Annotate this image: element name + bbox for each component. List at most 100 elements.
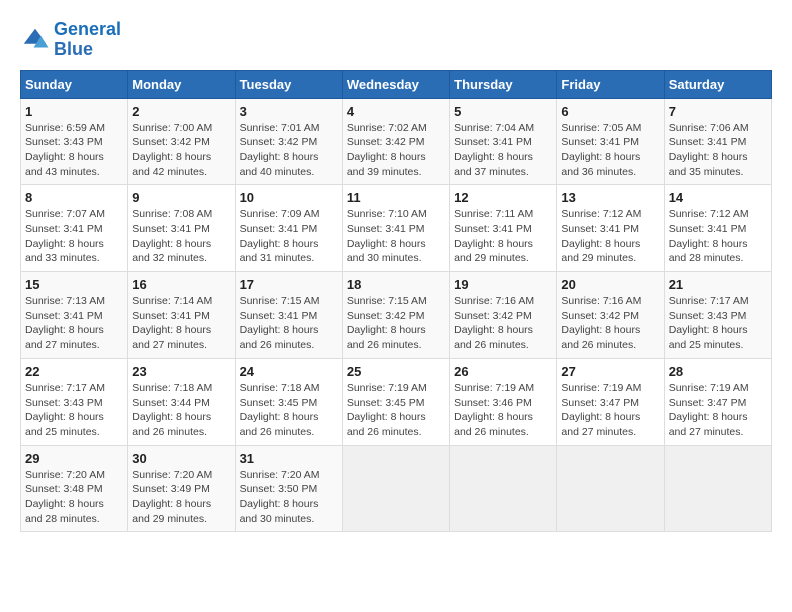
day-number: 26 [454, 364, 552, 379]
calendar-day-cell: 3 Sunrise: 7:01 AM Sunset: 3:42 PM Dayli… [235, 98, 342, 185]
calendar-day-cell: 8 Sunrise: 7:07 AM Sunset: 3:41 PM Dayli… [21, 185, 128, 272]
day-info: Sunrise: 7:17 AM Sunset: 3:43 PM Dayligh… [25, 381, 123, 440]
day-number: 10 [240, 190, 338, 205]
day-number: 19 [454, 277, 552, 292]
calendar-day-cell: 25 Sunrise: 7:19 AM Sunset: 3:45 PM Dayl… [342, 358, 449, 445]
calendar-day-cell: 28 Sunrise: 7:19 AM Sunset: 3:47 PM Dayl… [664, 358, 771, 445]
day-info: Sunrise: 7:17 AM Sunset: 3:43 PM Dayligh… [669, 294, 767, 353]
calendar-day-cell [664, 445, 771, 532]
calendar-day-cell: 9 Sunrise: 7:08 AM Sunset: 3:41 PM Dayli… [128, 185, 235, 272]
calendar-day-cell: 14 Sunrise: 7:12 AM Sunset: 3:41 PM Dayl… [664, 185, 771, 272]
day-info: Sunrise: 7:19 AM Sunset: 3:47 PM Dayligh… [561, 381, 659, 440]
calendar-day-cell: 17 Sunrise: 7:15 AM Sunset: 3:41 PM Dayl… [235, 272, 342, 359]
calendar-day-cell: 5 Sunrise: 7:04 AM Sunset: 3:41 PM Dayli… [450, 98, 557, 185]
day-of-week-header: Monday [128, 70, 235, 98]
day-number: 5 [454, 104, 552, 119]
calendar-day-cell: 21 Sunrise: 7:17 AM Sunset: 3:43 PM Dayl… [664, 272, 771, 359]
day-number: 12 [454, 190, 552, 205]
day-number: 6 [561, 104, 659, 119]
calendar-day-cell: 4 Sunrise: 7:02 AM Sunset: 3:42 PM Dayli… [342, 98, 449, 185]
day-number: 25 [347, 364, 445, 379]
day-of-week-header: Thursday [450, 70, 557, 98]
calendar-header-row: SundayMondayTuesdayWednesdayThursdayFrid… [21, 70, 772, 98]
day-info: Sunrise: 7:19 AM Sunset: 3:46 PM Dayligh… [454, 381, 552, 440]
logo-text: General Blue [54, 20, 121, 60]
calendar-day-cell: 23 Sunrise: 7:18 AM Sunset: 3:44 PM Dayl… [128, 358, 235, 445]
calendar-day-cell: 15 Sunrise: 7:13 AM Sunset: 3:41 PM Dayl… [21, 272, 128, 359]
day-info: Sunrise: 7:18 AM Sunset: 3:45 PM Dayligh… [240, 381, 338, 440]
calendar-table: SundayMondayTuesdayWednesdayThursdayFrid… [20, 70, 772, 533]
day-number: 30 [132, 451, 230, 466]
day-number: 8 [25, 190, 123, 205]
calendar-day-cell: 29 Sunrise: 7:20 AM Sunset: 3:48 PM Dayl… [21, 445, 128, 532]
day-info: Sunrise: 7:09 AM Sunset: 3:41 PM Dayligh… [240, 207, 338, 266]
calendar-day-cell: 7 Sunrise: 7:06 AM Sunset: 3:41 PM Dayli… [664, 98, 771, 185]
logo-icon [20, 25, 50, 55]
calendar-day-cell: 2 Sunrise: 7:00 AM Sunset: 3:42 PM Dayli… [128, 98, 235, 185]
day-number: 3 [240, 104, 338, 119]
logo: General Blue [20, 20, 121, 60]
calendar-day-cell: 26 Sunrise: 7:19 AM Sunset: 3:46 PM Dayl… [450, 358, 557, 445]
day-info: Sunrise: 7:12 AM Sunset: 3:41 PM Dayligh… [561, 207, 659, 266]
day-info: Sunrise: 7:05 AM Sunset: 3:41 PM Dayligh… [561, 121, 659, 180]
day-info: Sunrise: 7:14 AM Sunset: 3:41 PM Dayligh… [132, 294, 230, 353]
day-number: 14 [669, 190, 767, 205]
day-number: 13 [561, 190, 659, 205]
day-number: 24 [240, 364, 338, 379]
day-number: 16 [132, 277, 230, 292]
day-info: Sunrise: 7:02 AM Sunset: 3:42 PM Dayligh… [347, 121, 445, 180]
calendar-day-cell: 19 Sunrise: 7:16 AM Sunset: 3:42 PM Dayl… [450, 272, 557, 359]
day-of-week-header: Saturday [664, 70, 771, 98]
day-info: Sunrise: 7:12 AM Sunset: 3:41 PM Dayligh… [669, 207, 767, 266]
calendar-day-cell: 24 Sunrise: 7:18 AM Sunset: 3:45 PM Dayl… [235, 358, 342, 445]
day-info: Sunrise: 7:15 AM Sunset: 3:42 PM Dayligh… [347, 294, 445, 353]
day-number: 18 [347, 277, 445, 292]
day-of-week-header: Wednesday [342, 70, 449, 98]
calendar-day-cell: 30 Sunrise: 7:20 AM Sunset: 3:49 PM Dayl… [128, 445, 235, 532]
calendar-day-cell: 16 Sunrise: 7:14 AM Sunset: 3:41 PM Dayl… [128, 272, 235, 359]
day-number: 9 [132, 190, 230, 205]
day-number: 22 [25, 364, 123, 379]
day-info: Sunrise: 7:18 AM Sunset: 3:44 PM Dayligh… [132, 381, 230, 440]
calendar-day-cell: 13 Sunrise: 7:12 AM Sunset: 3:41 PM Dayl… [557, 185, 664, 272]
day-info: Sunrise: 7:20 AM Sunset: 3:50 PM Dayligh… [240, 468, 338, 527]
day-number: 15 [25, 277, 123, 292]
day-info: Sunrise: 7:16 AM Sunset: 3:42 PM Dayligh… [454, 294, 552, 353]
calendar-day-cell: 10 Sunrise: 7:09 AM Sunset: 3:41 PM Dayl… [235, 185, 342, 272]
day-info: Sunrise: 7:19 AM Sunset: 3:47 PM Dayligh… [669, 381, 767, 440]
day-info: Sunrise: 7:00 AM Sunset: 3:42 PM Dayligh… [132, 121, 230, 180]
calendar-day-cell: 11 Sunrise: 7:10 AM Sunset: 3:41 PM Dayl… [342, 185, 449, 272]
calendar-day-cell [557, 445, 664, 532]
day-info: Sunrise: 7:20 AM Sunset: 3:48 PM Dayligh… [25, 468, 123, 527]
calendar-day-cell [342, 445, 449, 532]
day-number: 27 [561, 364, 659, 379]
day-info: Sunrise: 7:08 AM Sunset: 3:41 PM Dayligh… [132, 207, 230, 266]
day-of-week-header: Sunday [21, 70, 128, 98]
day-info: Sunrise: 7:01 AM Sunset: 3:42 PM Dayligh… [240, 121, 338, 180]
calendar-day-cell: 31 Sunrise: 7:20 AM Sunset: 3:50 PM Dayl… [235, 445, 342, 532]
day-number: 4 [347, 104, 445, 119]
day-number: 2 [132, 104, 230, 119]
day-number: 1 [25, 104, 123, 119]
page-header: General Blue [20, 20, 772, 60]
day-number: 28 [669, 364, 767, 379]
day-info: Sunrise: 6:59 AM Sunset: 3:43 PM Dayligh… [25, 121, 123, 180]
day-number: 11 [347, 190, 445, 205]
calendar-week-row: 22 Sunrise: 7:17 AM Sunset: 3:43 PM Dayl… [21, 358, 772, 445]
day-number: 23 [132, 364, 230, 379]
calendar-week-row: 29 Sunrise: 7:20 AM Sunset: 3:48 PM Dayl… [21, 445, 772, 532]
day-info: Sunrise: 7:13 AM Sunset: 3:41 PM Dayligh… [25, 294, 123, 353]
calendar-day-cell: 20 Sunrise: 7:16 AM Sunset: 3:42 PM Dayl… [557, 272, 664, 359]
day-number: 20 [561, 277, 659, 292]
day-info: Sunrise: 7:20 AM Sunset: 3:49 PM Dayligh… [132, 468, 230, 527]
calendar-week-row: 15 Sunrise: 7:13 AM Sunset: 3:41 PM Dayl… [21, 272, 772, 359]
day-info: Sunrise: 7:04 AM Sunset: 3:41 PM Dayligh… [454, 121, 552, 180]
day-number: 21 [669, 277, 767, 292]
day-info: Sunrise: 7:06 AM Sunset: 3:41 PM Dayligh… [669, 121, 767, 180]
day-number: 17 [240, 277, 338, 292]
day-info: Sunrise: 7:10 AM Sunset: 3:41 PM Dayligh… [347, 207, 445, 266]
calendar-week-row: 1 Sunrise: 6:59 AM Sunset: 3:43 PM Dayli… [21, 98, 772, 185]
day-info: Sunrise: 7:19 AM Sunset: 3:45 PM Dayligh… [347, 381, 445, 440]
day-info: Sunrise: 7:11 AM Sunset: 3:41 PM Dayligh… [454, 207, 552, 266]
day-info: Sunrise: 7:15 AM Sunset: 3:41 PM Dayligh… [240, 294, 338, 353]
